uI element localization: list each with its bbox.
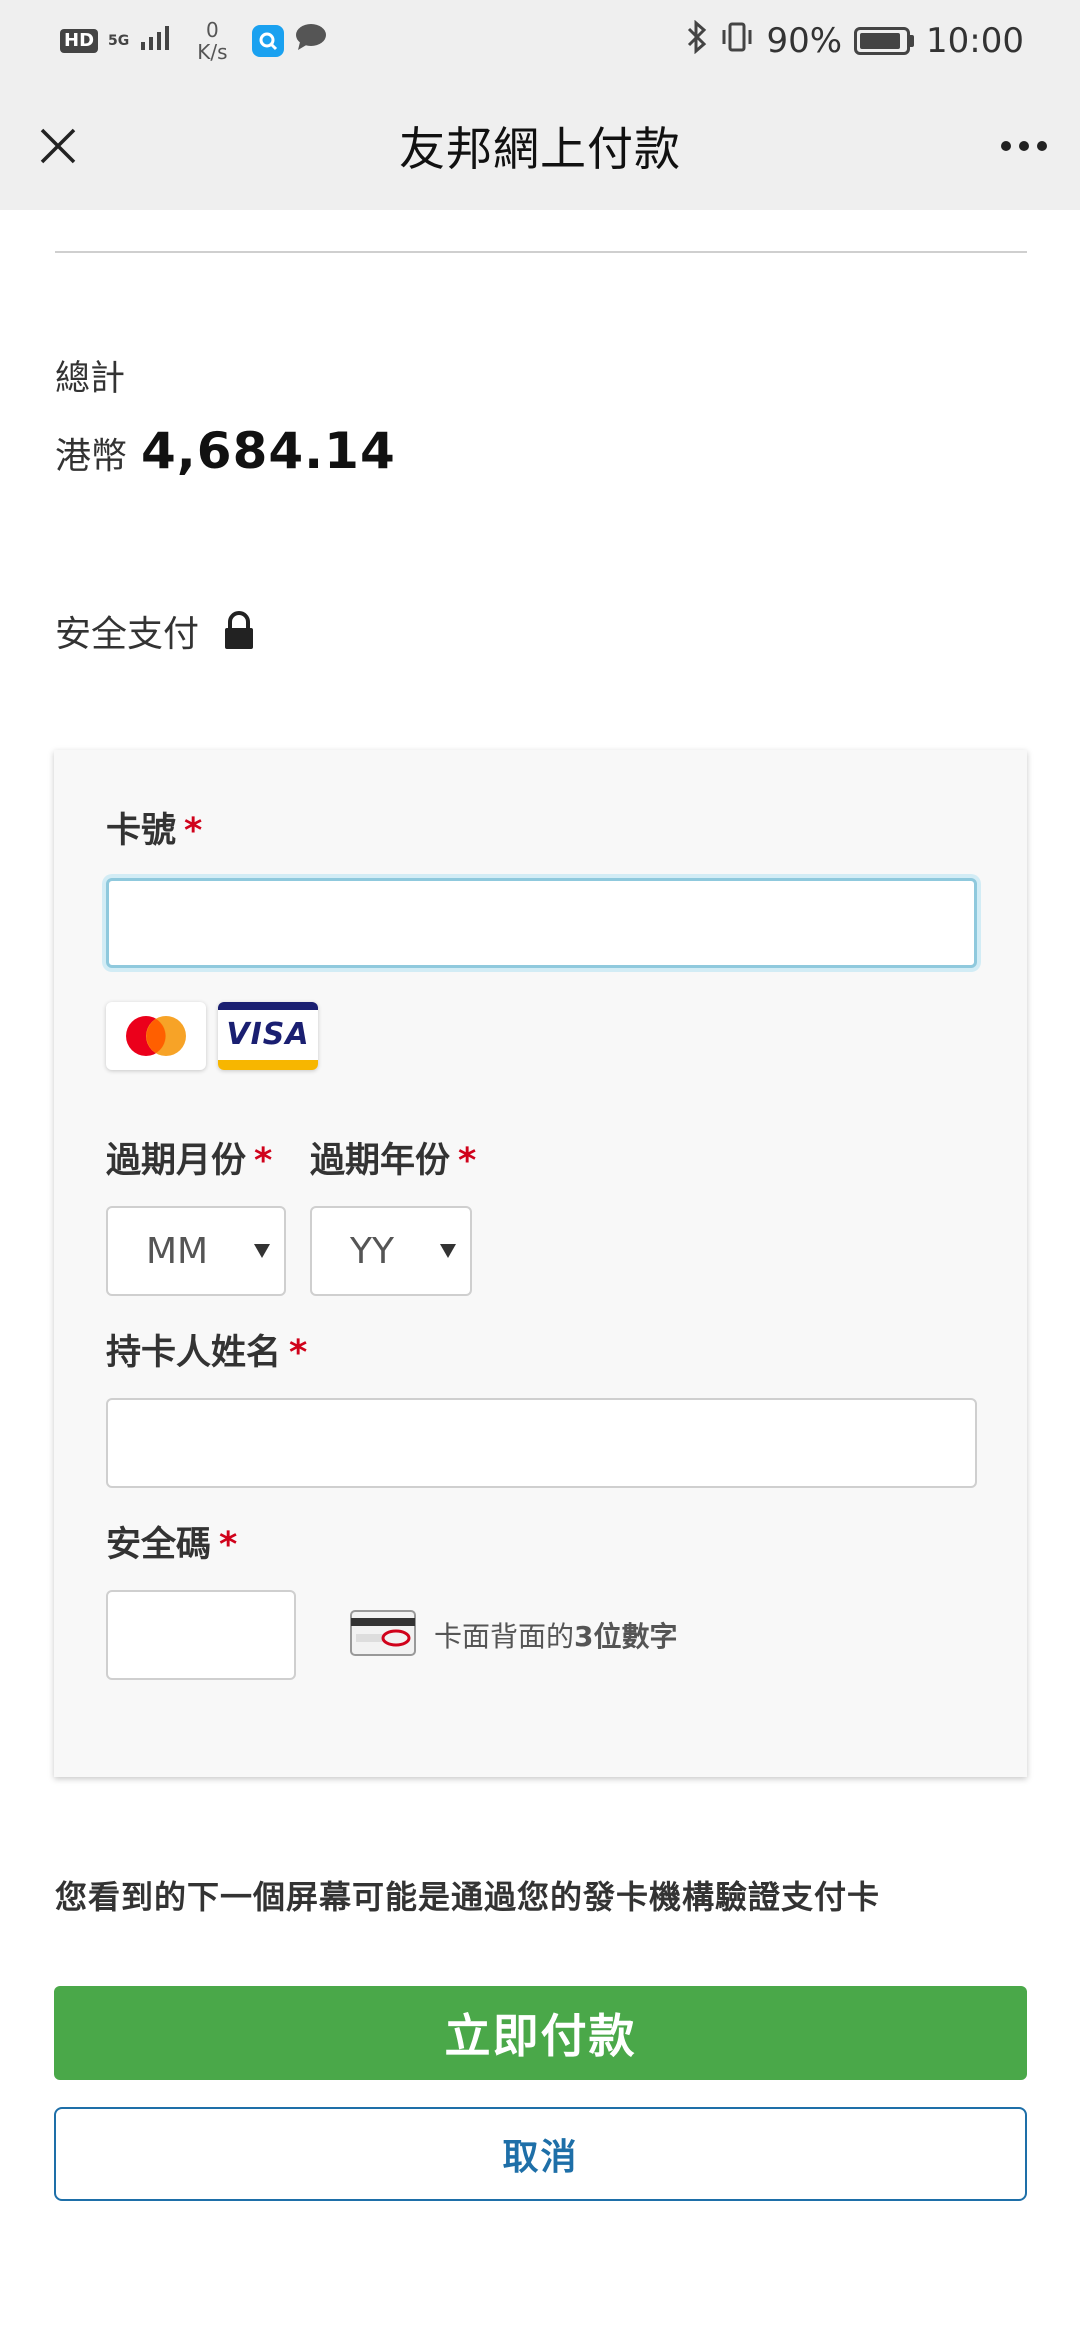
secure-payment-label: 安全支付: [55, 614, 200, 655]
chat-icon: [294, 21, 328, 61]
section-divider: [55, 251, 1027, 253]
lock-icon: [221, 611, 257, 651]
verification-notice: 您看到的下一個屏幕可能是通過您的發卡機構驗證支付卡: [55, 1878, 881, 1916]
expiry-month-select[interactable]: MM: [106, 1206, 286, 1296]
card-back-icon: [350, 1610, 416, 1660]
card-brand-logos: VISA: [106, 1002, 318, 1070]
battery-percent: 90%: [766, 21, 843, 61]
expiry-month-label: 過期月份 *: [106, 1141, 273, 1181]
cvv-label: 安全碼 *: [106, 1525, 238, 1565]
total-amount-row: 港幣 4,684.14: [55, 422, 396, 480]
total-amount: 4,684.14: [141, 422, 396, 480]
clock: 10:00: [926, 21, 1024, 61]
more-icon[interactable]: [992, 118, 1056, 174]
card-number-input[interactable]: [106, 878, 977, 968]
signal-icon: [139, 21, 175, 61]
close-icon[interactable]: [30, 118, 86, 174]
currency-label: 港幣: [55, 436, 128, 477]
expiry-month-value: MM: [146, 1230, 209, 1272]
mastercard-logo: [106, 1002, 206, 1070]
chevron-down-icon: [254, 1244, 270, 1258]
network-label: 5G: [108, 33, 130, 49]
holder-name-label: 持卡人姓名 *: [106, 1333, 308, 1373]
holder-name-input[interactable]: [106, 1398, 977, 1488]
status-bar: HD 5G 0 K/s 90% 10:00: [0, 0, 1080, 82]
card-form-panel: 卡號 * VISA 過期月份 * 過期年份 * MM YY 持卡人姓名 * 安全…: [54, 750, 1027, 1777]
status-left: HD 5G 0 K/s: [60, 19, 328, 63]
chevron-down-icon: [440, 1244, 456, 1258]
expiry-year-value: YY: [350, 1230, 394, 1272]
vibrate-icon: [720, 20, 754, 63]
page-title: 友邦網上付款: [399, 122, 681, 176]
search-app-icon: [251, 25, 284, 57]
expiry-year-label: 過期年份 *: [310, 1141, 477, 1181]
secure-payment: 安全支付: [55, 605, 257, 657]
cvv-hint-text: 卡面背面的3位數字: [434, 1620, 678, 1653]
cancel-button[interactable]: 取消: [54, 2107, 1027, 2201]
expiry-year-select[interactable]: YY: [310, 1206, 472, 1296]
hd-badge: HD: [60, 29, 99, 53]
pay-now-button[interactable]: 立即付款: [54, 1986, 1027, 2080]
card-number-label: 卡號 *: [106, 811, 203, 851]
battery-icon: [854, 27, 915, 55]
title-bar: 友邦網上付款: [0, 82, 1080, 210]
visa-logo: VISA: [218, 1002, 318, 1070]
cvv-input[interactable]: [106, 1590, 296, 1680]
cvv-hint: 卡面背面的3位數字: [350, 1610, 678, 1660]
total-label: 總計: [55, 359, 126, 399]
status-right: 90% 10:00: [686, 19, 1024, 63]
network-speed: 0 K/s: [197, 18, 228, 64]
bluetooth-icon: [686, 19, 708, 63]
